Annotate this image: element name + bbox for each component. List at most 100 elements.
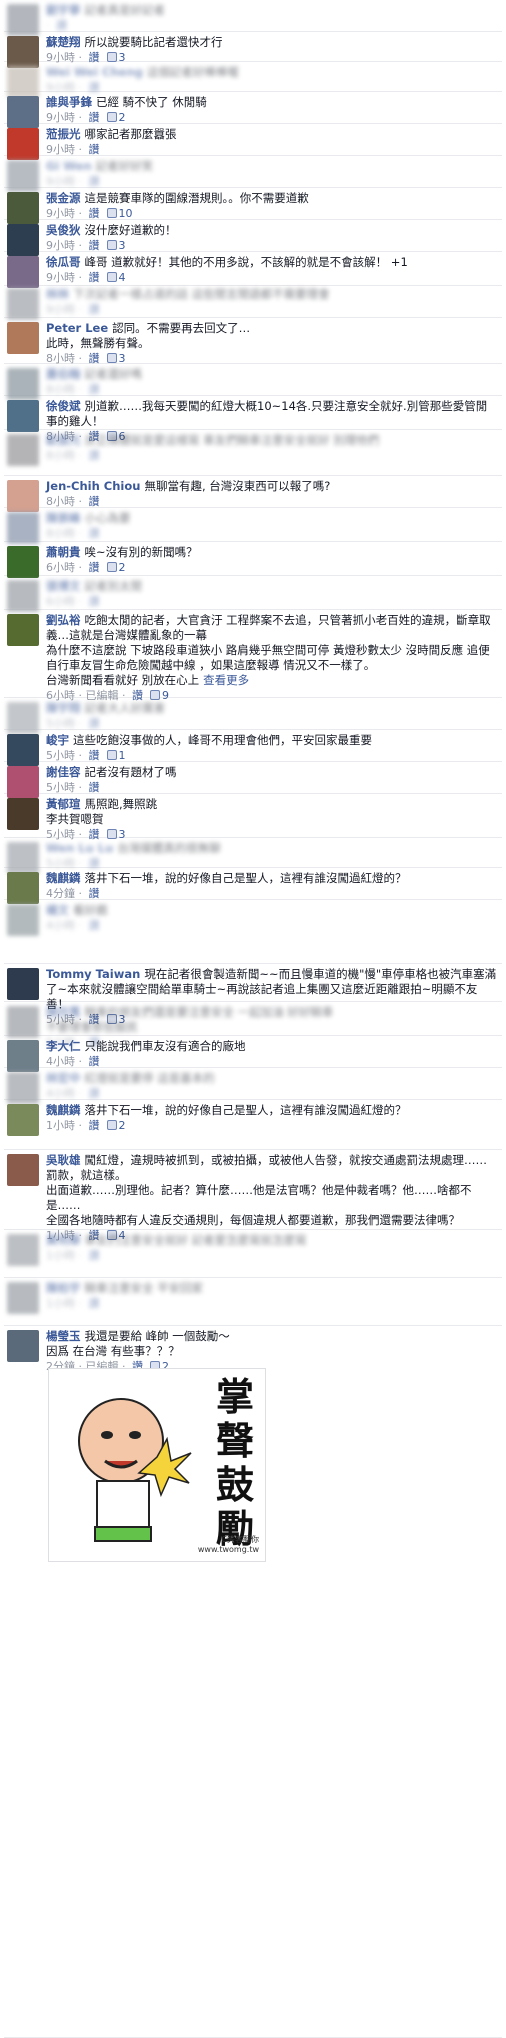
- commenter-name[interactable]: Wei Wei Cheng: [46, 65, 143, 79]
- like-link[interactable]: 讚: [89, 781, 100, 794]
- commenter-name[interactable]: 林林: [46, 287, 69, 301]
- timestamp[interactable]: 6小時: [46, 561, 75, 574]
- timestamp[interactable]: 9小時: [46, 207, 75, 220]
- like-link[interactable]: 讚: [89, 175, 100, 188]
- avatar[interactable]: [7, 1330, 39, 1362]
- commenter-name[interactable]: 蒞振光: [46, 127, 81, 141]
- commenter-name[interactable]: 張博文: [46, 579, 81, 593]
- timestamp[interactable]: 8小時: [46, 495, 75, 508]
- commenter-name[interactable]: 陳欣萬: [46, 1005, 81, 1019]
- timestamp[interactable]: 9小時: [46, 143, 75, 156]
- timestamp[interactable]: 8小時: [46, 383, 75, 396]
- commenter-name[interactable]: Tommy Taiwan: [46, 967, 140, 981]
- like-link[interactable]: 讚: [89, 561, 100, 574]
- commenter-name[interactable]: 張金源: [46, 191, 81, 205]
- like-count[interactable]: 2: [119, 1119, 126, 1132]
- commenter-name[interactable]: 峻宇: [46, 733, 69, 747]
- commenter-name[interactable]: 徐瓜哥: [46, 255, 81, 269]
- avatar[interactable]: [7, 580, 39, 612]
- timestamp[interactable]: 5小時: [46, 749, 75, 762]
- avatar[interactable]: [7, 434, 39, 466]
- like-count[interactable]: 10: [119, 207, 133, 220]
- timestamp[interactable]: 9小時: [46, 111, 75, 124]
- commenter-name[interactable]: 吳耿雄: [46, 1153, 81, 1167]
- commenter-name[interactable]: 陳柏宇: [46, 1281, 81, 1295]
- like-link[interactable]: 讚: [89, 207, 100, 220]
- like-link[interactable]: 讚: [56, 19, 67, 32]
- commenter-name[interactable]: 陳宇翔: [46, 701, 81, 715]
- timestamp[interactable]: 4小時: [46, 919, 75, 932]
- avatar[interactable]: [7, 512, 39, 544]
- like-link[interactable]: 讚: [89, 595, 100, 608]
- avatar[interactable]: [7, 1154, 39, 1186]
- commenter-name[interactable]: 蕭朝貴: [46, 545, 81, 559]
- commenter-name[interactable]: Jen-Chih Chiou: [46, 479, 140, 493]
- like-link[interactable]: 讚: [89, 1249, 100, 1262]
- like-link[interactable]: 讚: [89, 239, 100, 252]
- commenter-name[interactable]: 魏麒鏻: [46, 871, 81, 885]
- like-count[interactable]: 2: [119, 561, 126, 574]
- commenter-name[interactable]: 劉宇寧: [46, 3, 81, 17]
- like-link[interactable]: 讚: [89, 1055, 100, 1068]
- like-link[interactable]: 讚: [89, 449, 100, 462]
- timestamp[interactable]: 4分鐘: [46, 887, 75, 900]
- timestamp[interactable]: 6小時: [46, 595, 75, 608]
- timestamp[interactable]: 1小時: [46, 1249, 75, 1262]
- avatar[interactable]: [7, 322, 39, 354]
- like-count[interactable]: 4: [119, 271, 126, 284]
- avatar[interactable]: [7, 546, 39, 578]
- timestamp[interactable]: 5小時: [46, 717, 75, 730]
- avatar[interactable]: [7, 400, 39, 432]
- commenter-name[interactable]: 黃郁瑄: [46, 797, 81, 811]
- commenter-name[interactable]: 謝佳容: [46, 765, 81, 779]
- like-link[interactable]: 讚: [89, 495, 100, 508]
- like-link[interactable]: 讚: [89, 303, 100, 316]
- like-link[interactable]: 讚: [89, 919, 100, 932]
- avatar[interactable]: [7, 968, 39, 1000]
- timestamp[interactable]: 5小時: [46, 781, 75, 794]
- timestamp[interactable]: 9小時: [46, 239, 75, 252]
- commenter-name[interactable]: Wen Lu Lu: [46, 841, 113, 855]
- commenter-name[interactable]: 歐振光: [46, 433, 81, 447]
- avatar[interactable]: [7, 288, 39, 320]
- timestamp[interactable]: 8小時: [46, 449, 75, 462]
- like-link[interactable]: 讚: [89, 383, 100, 396]
- timestamp[interactable]: 1小時: [46, 1297, 75, 1310]
- commenter-name[interactable]: 蕭伯翰: [46, 367, 81, 381]
- commenter-name[interactable]: 劉弘裕: [46, 613, 81, 627]
- commenter-name[interactable]: 李大仁: [46, 1039, 81, 1053]
- timestamp[interactable]: 4小時: [46, 1055, 75, 1068]
- commenter-name[interactable]: Gi Wen: [46, 159, 92, 173]
- commenter-name[interactable]: 楊文: [46, 903, 69, 917]
- avatar[interactable]: [7, 904, 39, 936]
- like-count[interactable]: 3: [119, 239, 126, 252]
- like-link[interactable]: 讚: [89, 887, 100, 900]
- commenter-name[interactable]: 林宏中: [46, 1071, 81, 1085]
- like-link[interactable]: 讚: [89, 143, 100, 156]
- sticker-image[interactable]: 掌聲鼓勵 C笑客翻你 www.twomg.tw: [48, 1368, 266, 1562]
- see-more-link[interactable]: 查看更多: [203, 673, 249, 687]
- commenter-name[interactable]: 魏麒鏻: [46, 1103, 81, 1117]
- commenter-name[interactable]: 陳崇峰: [46, 511, 81, 525]
- like-link[interactable]: 讚: [89, 749, 100, 762]
- commenter-name[interactable]: 蘇楚翔: [46, 35, 81, 49]
- timestamp[interactable]: 9小時: [46, 303, 75, 316]
- avatar[interactable]: [7, 1006, 39, 1038]
- timestamp[interactable]: 9小時: [46, 271, 75, 284]
- timestamp[interactable]: 4小時: [46, 1087, 75, 1100]
- like-link[interactable]: 讚: [89, 717, 100, 730]
- like-link[interactable]: 讚: [89, 271, 100, 284]
- commenter-name[interactable]: 楊瑩玉: [46, 1329, 81, 1343]
- like-link[interactable]: 讚: [89, 1297, 100, 1310]
- avatar[interactable]: [7, 1234, 39, 1266]
- commenter-name[interactable]: Peter Lee: [46, 321, 108, 335]
- like-link[interactable]: 讚: [89, 1087, 100, 1100]
- like-link[interactable]: 讚: [89, 1119, 100, 1132]
- like-count[interactable]: 1: [119, 749, 126, 762]
- avatar[interactable]: [7, 1282, 39, 1314]
- timestamp[interactable]: 1小時: [46, 1119, 75, 1132]
- avatar[interactable]: [7, 614, 39, 646]
- avatar[interactable]: [7, 1104, 39, 1136]
- commenter-name[interactable]: 誰與爭鋒: [46, 95, 92, 109]
- commenter-name[interactable]: 黃明華: [46, 1233, 81, 1247]
